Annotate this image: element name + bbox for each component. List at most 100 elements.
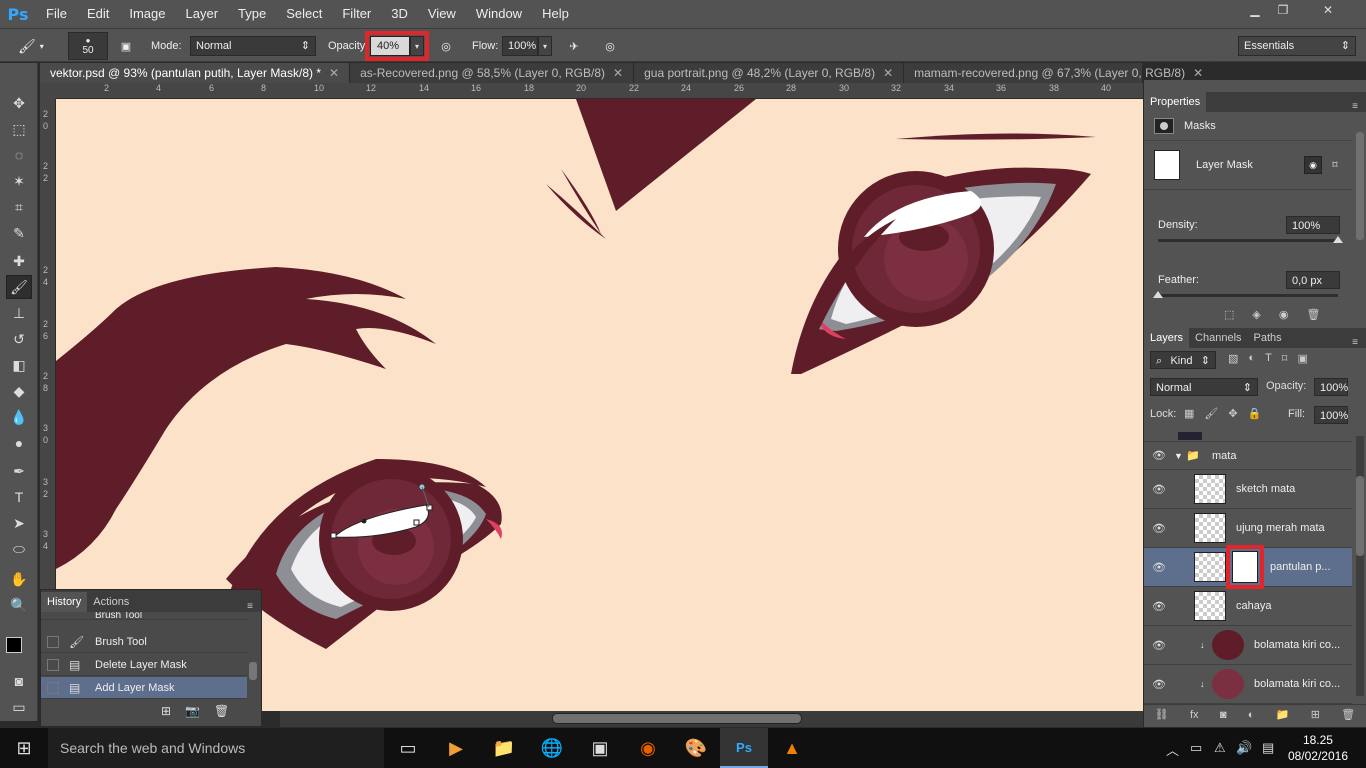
menu-window[interactable]: Window [466,0,532,28]
eye-icon[interactable]: 👁 [1144,522,1174,535]
feather-field[interactable]: 0,0 px [1286,271,1340,289]
blur-tool[interactable]: 💧 [6,405,32,429]
camera-icon[interactable]: 📷 [185,704,200,718]
move-tool[interactable]: ✥ [6,91,32,115]
dodge-tool[interactable]: ● [6,431,32,455]
close-icon[interactable]: ✕ [883,63,893,83]
close-icon[interactable]: ✕ [329,63,339,83]
layer-opacity-field[interactable]: 100% [1314,378,1348,396]
photoshop-taskbar-icon[interactable]: Ps [720,728,768,768]
healing-brush-tool[interactable]: ✚ [6,249,32,273]
eye-icon[interactable]: 👁 [1144,600,1174,613]
mode-select[interactable]: Normal ⇕ [190,36,316,56]
horizontal-scrollbar[interactable] [280,711,1143,727]
filter-kind-select[interactable]: ⌕ Kind ⇕ [1150,351,1216,369]
opacity-field[interactable]: 40% [370,36,410,56]
crop-tool[interactable]: ⌗ [6,195,32,219]
density-slider-track[interactable] [1158,236,1343,243]
eye-icon[interactable]: 👁 [1144,678,1174,691]
lock-all-icon[interactable]: 🔒 [1248,407,1262,420]
foreground-color-swatch[interactable] [6,637,22,653]
magic-wand-tool[interactable]: ✶ [6,169,32,193]
history-row[interactable]: 🖌 Brush Tool [41,631,247,653]
history-row[interactable]: ▤ Delete Layer Mask [41,654,247,676]
pen-tool[interactable]: ✒ [6,459,32,483]
task-view-icon[interactable]: ▭ [384,728,432,768]
history-brush-tool[interactable]: ↺ [6,327,32,351]
minimize-button[interactable]: ▁ [1242,0,1268,20]
panel-menu-icon[interactable]: ≡ [1352,337,1358,348]
new-document-from-state-icon[interactable]: ⊞ [161,704,171,718]
layer-mask-thumbnail[interactable] [1226,545,1264,589]
airbrush-button[interactable]: ✈ [564,36,584,56]
layer-row[interactable]: 👁 ↓ bolamata kiri co... [1144,665,1352,704]
firefox-icon[interactable]: ◉ [624,728,672,768]
menu-file[interactable]: File [36,0,77,28]
load-selection-icon[interactable]: ⬚ [1224,308,1234,321]
volume-icon[interactable]: 🔊 [1236,740,1252,756]
filter-pixel-icon[interactable]: ▧ [1228,352,1238,365]
feather-slider-track[interactable] [1153,291,1338,298]
brush-tool-preset[interactable]: 🖌 ▾ [18,36,44,56]
tab-layers[interactable]: Layers [1144,328,1190,348]
scroll-thumb[interactable] [552,713,802,724]
tray-warning-icon[interactable]: ⚠ [1214,740,1226,756]
quick-mask-button[interactable]: ◙ [6,669,32,693]
workspace-switcher[interactable]: Essentials ⇕ [1238,36,1356,56]
pressure-size-button[interactable]: ◎ [600,36,620,56]
layers-scroll-thumb[interactable] [1356,476,1364,556]
feather-slider-handle[interactable] [1153,291,1163,298]
eye-icon[interactable]: 👁 [1144,639,1174,652]
close-icon[interactable]: ✕ [613,63,623,83]
hand-tool[interactable]: ✋ [6,567,32,591]
history-checkbox[interactable] [47,658,59,671]
eye-icon[interactable]: 👁 [1144,449,1174,462]
windows-start-button[interactable]: ⊞ [0,728,48,768]
history-row-selected[interactable]: ▤ Add Layer Mask [41,677,247,699]
vector-mask-button[interactable]: ⌑ [1326,156,1344,174]
taskbar-clock[interactable]: 18.25 08/02/2016 [1288,732,1348,764]
tab-paths[interactable]: Paths [1248,328,1288,348]
layer-group-row[interactable]: 👁 ▼ 📁 mata [1144,442,1352,470]
brush-panel-toggle[interactable]: ▣ [116,36,136,56]
menu-layer[interactable]: Layer [176,0,229,28]
filter-type-icon[interactable]: T [1265,352,1272,365]
menu-3d[interactable]: 3D [381,0,418,28]
panel-menu-icon[interactable]: ≡ [247,601,253,612]
restore-button[interactable]: ❐ [1270,0,1296,20]
panel-menu-icon[interactable]: ≡ [1352,101,1358,112]
new-layer-icon[interactable]: ⊞ [1311,708,1320,721]
brush-size-picker[interactable]: ● 50 [68,32,108,60]
trash-icon[interactable]: 🗑 [1341,708,1355,721]
group-expand-chevron-icon[interactable]: ▼ [1174,451,1186,461]
taskbar-search-box[interactable]: Search the web and Windows [48,728,384,768]
menu-image[interactable]: Image [119,0,175,28]
lasso-tool[interactable]: ◌ [6,143,32,167]
shape-tool[interactable]: ⬭ [6,537,32,561]
apply-mask-icon[interactable]: ◈ [1252,308,1260,321]
trash-icon[interactable]: 🗑 [214,704,229,718]
lock-transparency-icon[interactable]: ▦ [1184,407,1194,420]
media-player-icon[interactable]: ▶ [432,728,480,768]
layer-row[interactable]: 👁 ujung merah mata [1144,509,1352,548]
menu-type[interactable]: Type [228,0,276,28]
eyedropper-tool[interactable]: ✎ [6,221,32,245]
density-slider-handle[interactable] [1333,236,1343,243]
link-layers-icon[interactable]: ⛓ [1155,708,1169,721]
layer-row-partial[interactable] [1144,432,1352,442]
new-group-icon[interactable]: 📁 [1276,708,1290,721]
flow-dropdown-button[interactable]: ▾ [538,36,552,56]
doc-tab[interactable]: gua portrait.png @ 48,2% (Layer 0, RGB/8… [634,63,905,83]
fx-icon[interactable]: fx [1190,709,1199,721]
tab-actions[interactable]: Actions [87,592,135,612]
doc-tab[interactable]: as-Recovered.png @ 58,5% (Layer 0, RGB/8… [350,63,635,83]
filter-smart-icon[interactable]: ▣ [1297,352,1307,365]
command-prompt-icon[interactable]: ▣ [576,728,624,768]
layers-scrollbar[interactable] [1356,436,1364,696]
marquee-tool[interactable]: ⬚ [6,117,32,141]
history-row[interactable]: Brush Tool [41,612,247,620]
trash-icon[interactable]: 🗑 [1306,308,1320,321]
path-selection-tool[interactable]: ➤ [6,511,32,535]
vlc-icon[interactable]: ▲ [768,728,816,768]
adjustment-layer-icon[interactable]: ◐ [1248,709,1255,721]
